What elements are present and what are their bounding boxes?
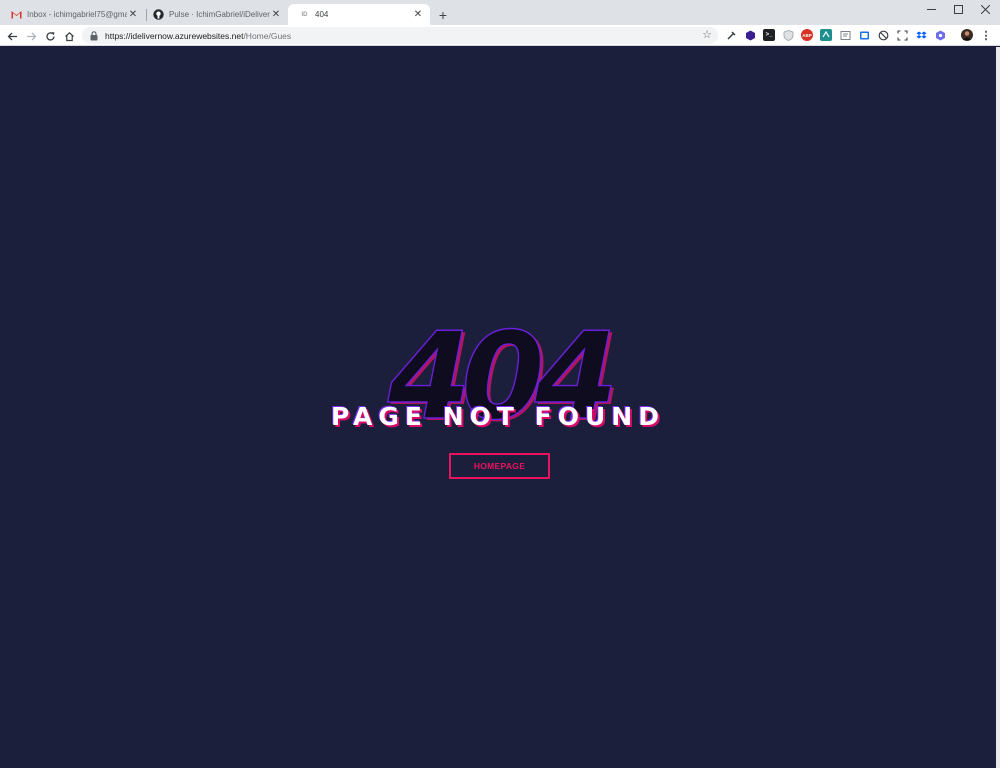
forward-button[interactable]	[23, 28, 39, 44]
url-path: /Home/Gues	[243, 30, 292, 41]
cube-icon[interactable]	[744, 29, 756, 41]
reload-icon	[45, 31, 55, 41]
arrow-left-icon	[7, 32, 17, 40]
shield-icon[interactable]	[782, 29, 794, 41]
url-host: https://idelivernow.azurewebsites.net	[105, 30, 244, 41]
stack-icon[interactable]	[820, 29, 832, 41]
adblock-icon[interactable]: ABP	[801, 29, 813, 41]
back-button[interactable]	[4, 28, 20, 44]
homepage-button[interactable]: HOMEPAGE	[449, 453, 550, 479]
address-bar[interactable]: https://idelivernow.azurewebsites.net/Ho…	[82, 27, 718, 44]
reader-icon[interactable]	[858, 29, 870, 41]
home-icon	[64, 31, 74, 41]
browser-toolbar: https://idelivernow.azurewebsites.net/Ho…	[0, 25, 1000, 46]
bookmark-star-icon[interactable]: ☆	[702, 29, 712, 42]
tab-github[interactable]: Pulse · IchimGabriel/iDeliver ✕	[142, 4, 288, 25]
block-icon[interactable]	[877, 29, 889, 41]
github-icon	[153, 9, 164, 20]
minimize-button[interactable]	[918, 2, 944, 16]
translate-icon[interactable]	[839, 29, 851, 41]
page-not-found-heading: PAGE NOT FOUND	[331, 402, 665, 431]
close-tab-icon[interactable]: ✕	[127, 9, 139, 21]
site-icon: ID	[301, 11, 308, 18]
hexagon-icon[interactable]	[934, 29, 946, 41]
tab-title: Pulse · IchimGabriel/iDeliver	[169, 10, 270, 19]
dropbox-icon[interactable]	[915, 29, 927, 41]
tab-title: 404	[315, 10, 329, 19]
window-edge	[996, 47, 1000, 768]
tab-404[interactable]: ID 404 ✕	[288, 4, 430, 25]
eyedropper-icon[interactable]	[725, 29, 737, 41]
close-window-button[interactable]	[972, 2, 998, 16]
lock-icon	[89, 30, 99, 41]
terminal-icon[interactable]: >_	[763, 29, 775, 41]
url-text: https://idelivernow.azurewebsites.net/Ho…	[105, 31, 291, 41]
tab-title: Inbox - ichimgabriel75@gmail.co	[27, 10, 127, 19]
tab-strip: Inbox - ichimgabriel75@gmail.co ✕ Pulse …	[0, 0, 1000, 25]
more-vertical-icon[interactable]: ⋮	[980, 29, 992, 42]
close-tab-icon[interactable]: ✕	[270, 9, 282, 21]
tab-gmail[interactable]: Inbox - ichimgabriel75@gmail.co ✕	[0, 4, 145, 25]
maximize-button[interactable]	[945, 2, 971, 16]
reload-button[interactable]	[42, 28, 58, 44]
close-tab-icon[interactable]: ✕	[412, 9, 424, 21]
new-tab-button[interactable]: +	[436, 8, 450, 22]
home-button[interactable]	[61, 28, 77, 44]
arrow-right-icon	[26, 32, 36, 40]
gmail-icon	[11, 9, 22, 20]
avatar[interactable]	[961, 29, 973, 41]
capture-icon[interactable]	[896, 29, 908, 41]
